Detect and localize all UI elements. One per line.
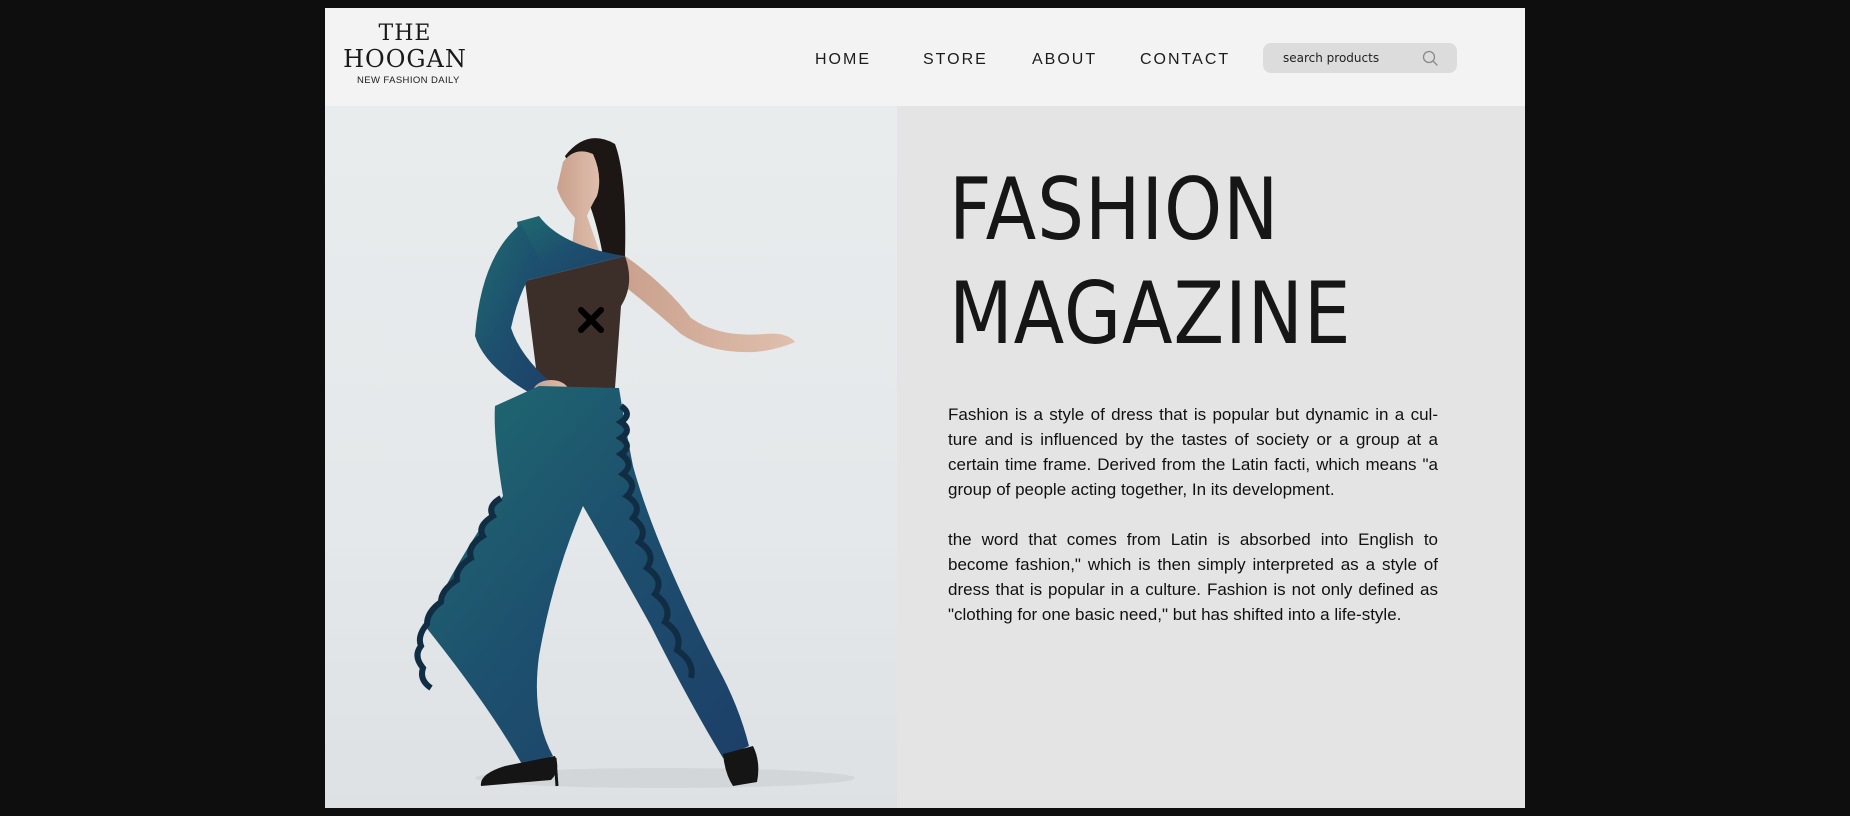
logo-line-2: HOOGAN [343, 45, 467, 73]
hero-image [325, 106, 897, 808]
search-bar [1263, 43, 1457, 73]
paragraph: the word that comes from Latin is absorb… [948, 530, 1438, 624]
logo-line-1: THE [378, 21, 432, 46]
logo[interactable]: THE HOOGAN NEW FASHION DAILY [343, 22, 473, 98]
search-icon[interactable] [1421, 49, 1439, 67]
title-line-2: MAGAZINE [949, 264, 1352, 364]
nav-about[interactable]: ABOUT [1032, 51, 1097, 69]
content-panel: FASHION MAGAZINE Fashion is a style of d… [897, 106, 1525, 808]
nav-home[interactable]: HOME [815, 51, 871, 69]
model-illustration [414, 138, 855, 788]
page-frame: THE HOOGAN NEW FASHION DAILY HOME STORE … [325, 8, 1525, 808]
site-header: THE HOOGAN NEW FASHION DAILY HOME STORE … [325, 8, 1525, 107]
article-body: Fashion is a style of dress that is popu… [948, 402, 1438, 652]
nav-contact[interactable]: CONTACT [1140, 51, 1230, 69]
paragraph: Fashion is a style of dress that is popu… [948, 405, 1438, 499]
title-line-1: FASHION [949, 160, 1280, 260]
search-input[interactable] [1273, 43, 1423, 73]
nav-store[interactable]: STORE [923, 51, 988, 69]
page-title: FASHION MAGAZINE [949, 158, 1351, 366]
logo-tagline: NEW FASHION DAILY [357, 75, 460, 86]
